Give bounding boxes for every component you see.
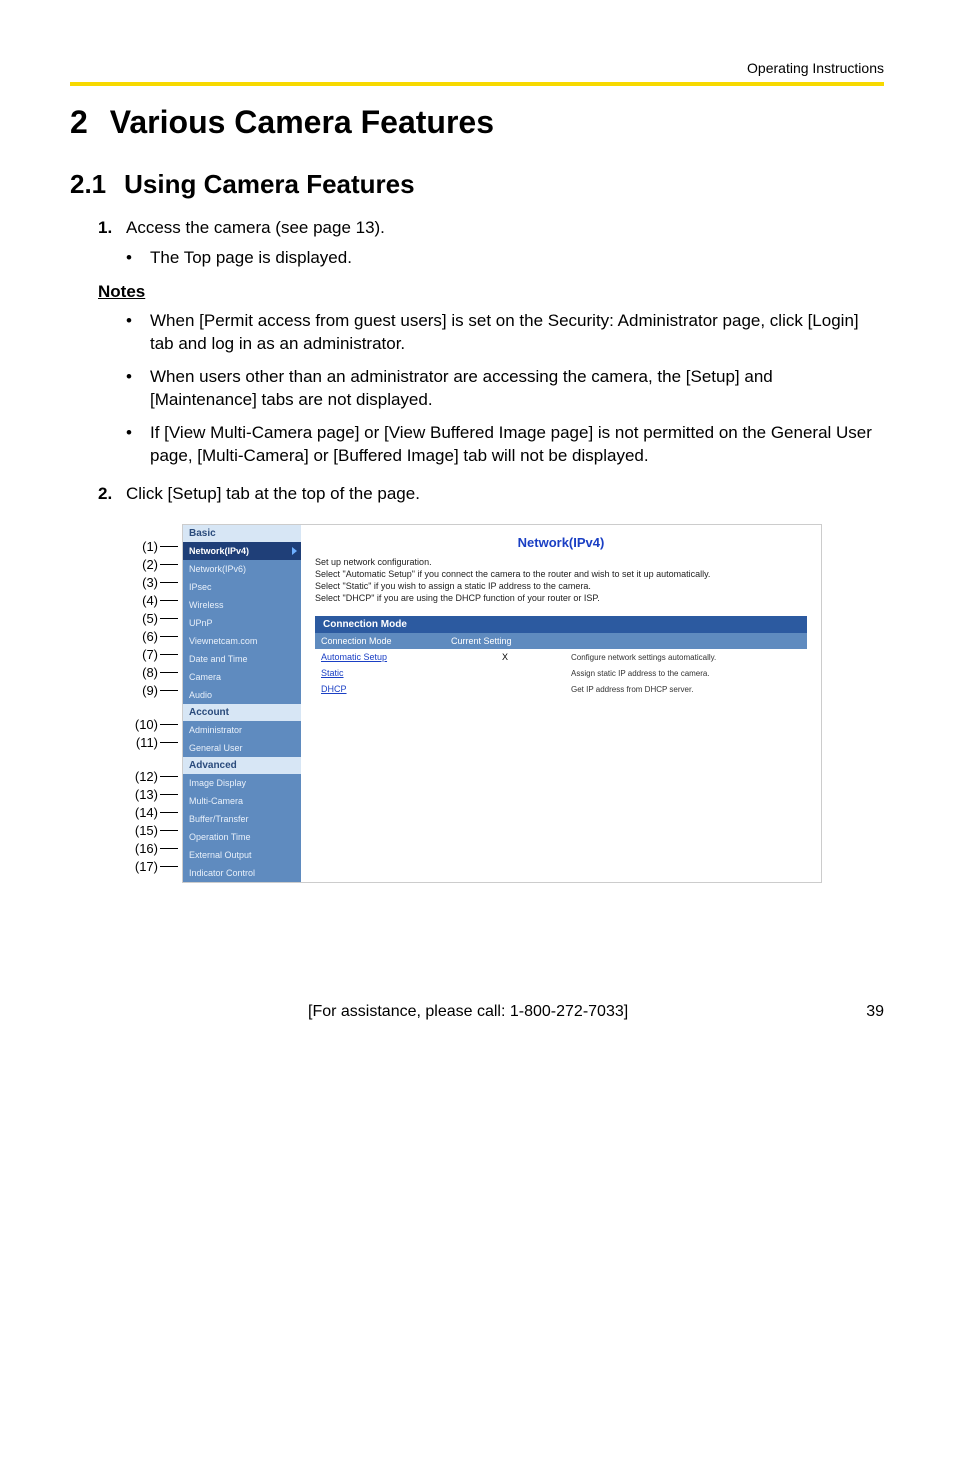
chapter-heading: 2 Various Camera Features (70, 104, 884, 141)
sidebar-item-wireless[interactable]: Wireless (183, 596, 301, 614)
sidebar-heading-basic: Basic (183, 525, 301, 542)
callout-13: (13) (132, 787, 158, 802)
desc-line-4: Select "DHCP" if you are using the DHCP … (315, 592, 807, 604)
step-1: 1. Access the camera (see page 13). (98, 218, 884, 238)
mode-link-static[interactable]: Static (315, 665, 445, 681)
callout-6: (6) (132, 629, 158, 644)
callout-16: (16) (132, 841, 158, 856)
desc-line-1: Set up network configuration. (315, 556, 807, 568)
sidebar-item-multi-camera[interactable]: Multi-Camera (183, 792, 301, 810)
section-title: Using Camera Features (124, 169, 414, 199)
callout-5: (5) (132, 611, 158, 626)
callout-4: (4) (132, 593, 158, 608)
callout-12: (12) (132, 769, 158, 784)
step-1-number: 1. (98, 218, 126, 238)
sidebar-item-camera[interactable]: Camera (183, 668, 301, 686)
section-number: 2.1 (70, 169, 106, 199)
bullet-dot: • (126, 248, 150, 268)
th-blank (565, 633, 807, 649)
notes-list: •When [Permit access from guest users] i… (126, 310, 884, 468)
sidebar-item-audio[interactable]: Audio (183, 686, 301, 704)
setup-sidebar: Basic Network(IPv4) Network(IPv6) IPsec … (183, 525, 301, 882)
mode-desc-static: Assign static IP address to the camera. (565, 665, 807, 681)
sidebar-heading-account: Account (183, 704, 301, 721)
sidebar-item-administrator[interactable]: Administrator (183, 721, 301, 739)
step-2: 2. Click [Setup] tab at the top of the p… (98, 484, 884, 504)
sidebar-item-viewnetcam[interactable]: Viewnetcam.com (183, 632, 301, 650)
th-connection-mode: Connection Mode (315, 633, 445, 649)
notes-heading: Notes (98, 282, 884, 302)
sidebar-item-indicator-control[interactable]: Indicator Control (183, 864, 301, 882)
sidebar-item-date-time[interactable]: Date and Time (183, 650, 301, 668)
note-3: If [View Multi-Camera page] or [View Buf… (150, 422, 884, 468)
callout-15: (15) (132, 823, 158, 838)
sidebar-item-operation-time[interactable]: Operation Time (183, 828, 301, 846)
callout-9: (9) (132, 683, 158, 698)
camera-setup-ui: Basic Network(IPv4) Network(IPv6) IPsec … (182, 524, 822, 883)
sidebar-item-external-output[interactable]: External Output (183, 846, 301, 864)
callout-14: (14) (132, 805, 158, 820)
bullet-dot: • (126, 310, 150, 356)
chapter-number: 2 (70, 104, 88, 140)
content-description: Set up network configuration. Select "Au… (315, 556, 807, 605)
table-row: Static Assign static IP address to the c… (315, 665, 807, 681)
sidebar-item-buffer-transfer[interactable]: Buffer/Transfer (183, 810, 301, 828)
sidebar-item-general-user[interactable]: General User (183, 739, 301, 757)
connection-mode-table: Connection Mode Current Setting Automati… (315, 633, 807, 697)
callout-1: (1) (132, 539, 158, 554)
chapter-title: Various Camera Features (110, 104, 494, 140)
step-2-text: Click [Setup] tab at the top of the page… (126, 484, 884, 504)
mode-desc-dhcp: Get IP address from DHCP server. (565, 681, 807, 697)
th-current-setting: Current Setting (445, 633, 565, 649)
step-1-sub: • The Top page is displayed. (126, 248, 884, 268)
note-2: When users other than an administrator a… (150, 366, 884, 412)
sidebar-item-network-ipv6[interactable]: Network(IPv6) (183, 560, 301, 578)
sidebar-item-network-ipv4[interactable]: Network(IPv4) (183, 542, 301, 560)
callout-10: (10) (132, 717, 158, 732)
table-row: DHCP Get IP address from DHCP server. (315, 681, 807, 697)
step-1-text: Access the camera (see page 13). (126, 218, 884, 238)
table-row: Automatic Setup X Configure network sett… (315, 649, 807, 665)
callout-numbers: (1) (2) (3) (4) (5) (6) (7) (8) (9) (10)… (132, 524, 178, 882)
connection-mode-panel-head: Connection Mode (315, 616, 807, 633)
current-setting-automatic: X (445, 649, 565, 665)
bullet-dot: • (126, 366, 150, 412)
callout-7: (7) (132, 647, 158, 662)
callout-17: (17) (132, 859, 158, 874)
sidebar-item-image-display[interactable]: Image Display (183, 774, 301, 792)
current-setting-static (445, 665, 565, 681)
section-heading: 2.1 Using Camera Features (70, 169, 884, 200)
current-setting-dhcp (445, 681, 565, 697)
content-title: Network(IPv4) (315, 535, 807, 550)
setup-content: Network(IPv4) Set up network configurati… (301, 525, 821, 882)
step-2-number: 2. (98, 484, 126, 504)
step-1-sub-text: The Top page is displayed. (150, 248, 352, 268)
callout-2: (2) (132, 557, 158, 572)
sidebar-item-ipsec[interactable]: IPsec (183, 578, 301, 596)
page-number: 39 (866, 1003, 884, 1021)
mode-desc-automatic: Configure network settings automatically… (565, 649, 807, 665)
desc-line-2: Select "Automatic Setup" if you connect … (315, 568, 807, 580)
sidebar-heading-advanced: Advanced (183, 757, 301, 774)
footer-assistance: [For assistance, please call: 1-800-272-… (308, 1003, 628, 1021)
callout-8: (8) (132, 665, 158, 680)
desc-line-3: Select "Static" if you wish to assign a … (315, 580, 807, 592)
page-footer: [For assistance, please call: 1-800-272-… (70, 1003, 884, 1021)
callout-3: (3) (132, 575, 158, 590)
mode-link-dhcp[interactable]: DHCP (315, 681, 445, 697)
mode-link-automatic-setup[interactable]: Automatic Setup (315, 649, 445, 665)
running-header: Operating Instructions (70, 60, 884, 76)
bullet-dot: • (126, 422, 150, 468)
callout-11: (11) (132, 735, 158, 750)
note-1: When [Permit access from guest users] is… (150, 310, 884, 356)
sidebar-item-upnp[interactable]: UPnP (183, 614, 301, 632)
header-rule (70, 82, 884, 86)
setup-screenshot: (1) (2) (3) (4) (5) (6) (7) (8) (9) (10)… (132, 524, 822, 883)
